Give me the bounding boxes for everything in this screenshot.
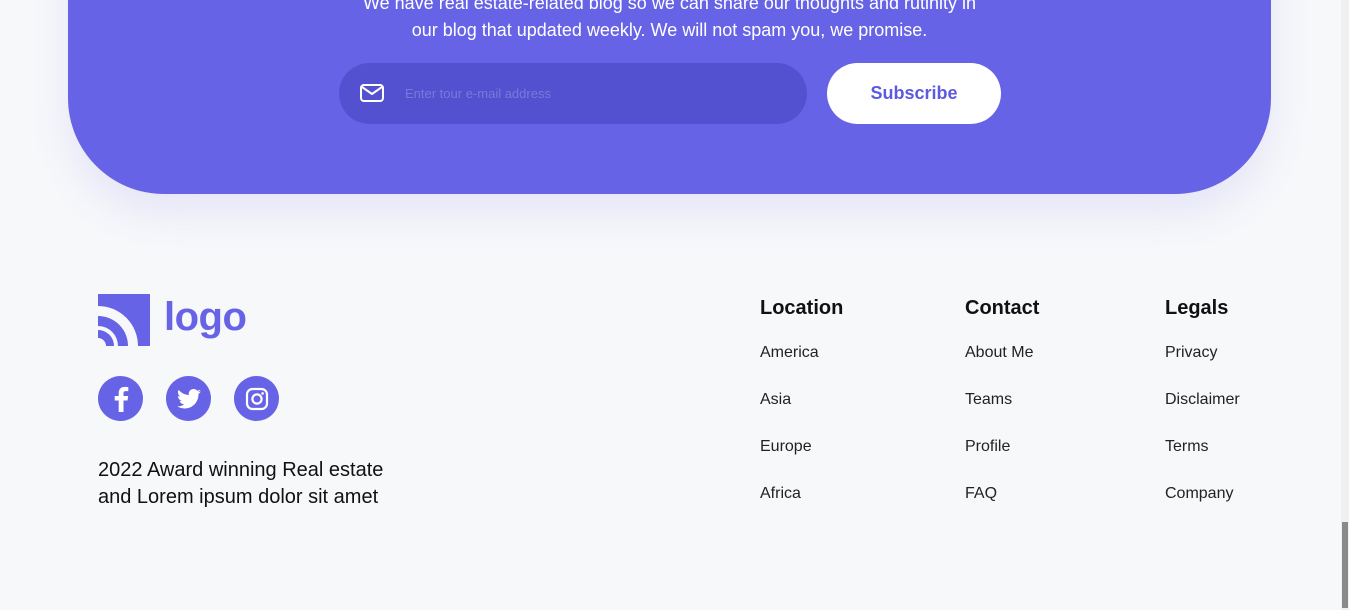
facebook-link[interactable] — [98, 376, 143, 421]
contact-heading: Contact — [965, 297, 1040, 319]
vertical-scrollbar[interactable] — [1341, 0, 1349, 610]
newsletter-description: We have real estate-related blog so we c… — [68, 0, 1271, 44]
tagline-line-2: and Lorem ipsum dolor sit amet — [98, 486, 379, 508]
legals-link-disclaimer[interactable]: Disclaimer — [1165, 390, 1240, 437]
legals-link-company[interactable]: Company — [1165, 484, 1240, 531]
logo[interactable]: logo — [98, 294, 247, 346]
contact-link-profile[interactable]: Profile — [965, 437, 1039, 484]
footer-tagline: 2022 Award winning Real estate and Lorem… — [98, 457, 418, 511]
subscribe-button[interactable]: Subscribe — [827, 63, 1001, 124]
legals-heading: Legals — [1165, 297, 1229, 319]
tagline-line-1: 2022 Award winning Real estate — [98, 459, 384, 481]
location-link-asia[interactable]: Asia — [760, 390, 843, 437]
footer-column-legals: Legals Privacy Disclaimer Terms Company — [1165, 294, 1240, 531]
footer-column-location: Location America Asia Europe Africa — [760, 294, 843, 531]
newsletter-text-line-2: our blog that updated weekly. We will no… — [411, 20, 928, 40]
location-link-africa[interactable]: Africa — [760, 484, 843, 531]
instagram-link[interactable] — [234, 376, 279, 421]
newsletter-text-line-1: We have real estate-related blog so we c… — [362, 0, 977, 13]
contact-link-faq[interactable]: FAQ — [965, 484, 1039, 531]
contact-link-about-me[interactable]: About Me — [965, 343, 1039, 390]
instagram-icon — [245, 387, 268, 410]
logo-mark-icon — [98, 294, 150, 346]
twitter-link[interactable] — [166, 376, 211, 421]
mail-icon — [360, 84, 384, 102]
facebook-icon — [114, 386, 128, 412]
location-link-europe[interactable]: Europe — [760, 437, 843, 484]
email-field[interactable] — [339, 63, 807, 124]
location-link-america[interactable]: America — [760, 343, 843, 390]
legals-link-privacy[interactable]: Privacy — [1165, 343, 1240, 390]
logo-text: logo — [164, 295, 247, 339]
contact-link-teams[interactable]: Teams — [965, 390, 1039, 437]
newsletter-banner: We have real estate-related blog so we c… — [68, 0, 1271, 194]
scrollbar-thumb[interactable] — [1342, 522, 1348, 608]
email-input[interactable] — [405, 63, 785, 124]
twitter-icon — [176, 388, 201, 408]
location-heading: Location — [760, 297, 844, 319]
legals-link-terms[interactable]: Terms — [1165, 437, 1240, 484]
social-links — [98, 376, 302, 421]
footer-column-contact: Contact About Me Teams Profile FAQ — [965, 294, 1039, 531]
